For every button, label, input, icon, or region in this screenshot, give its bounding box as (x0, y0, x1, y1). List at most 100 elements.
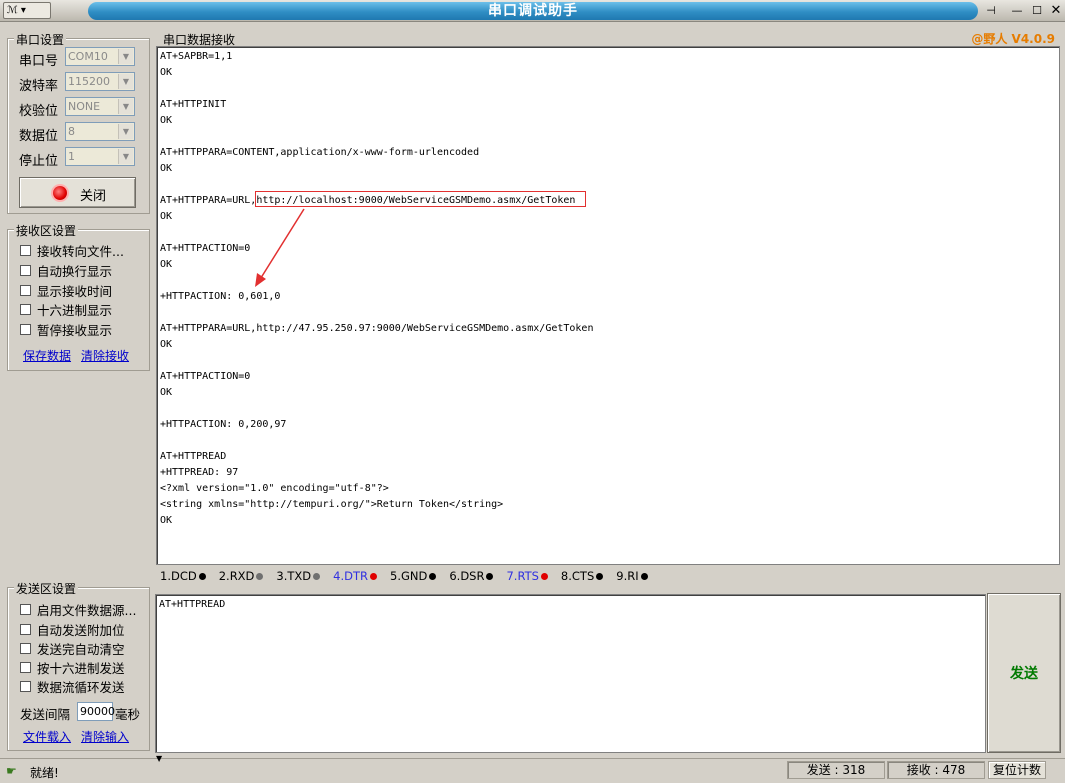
receive-line: AT+HTTPPARA=CONTENT,application/x-www-fo… (160, 147, 480, 158)
checkbox-icon[interactable] (20, 623, 31, 635)
receive-line: OK (160, 67, 173, 78)
signal-led-icon (198, 572, 206, 580)
maximize-button[interactable]: ☐ (1028, 3, 1046, 19)
checkbox-icon[interactable] (20, 642, 31, 654)
interval-unit: 毫秒 (115, 707, 141, 722)
send-option-append[interactable]: 自动发送附加位 (20, 621, 125, 638)
signal-led-icon (370, 572, 377, 580)
send-option-label: 启用文件数据源... (37, 602, 137, 618)
reset-count-button[interactable]: 复位计数 (988, 761, 1046, 779)
receive-line: AT+HTTPINIT (160, 99, 227, 110)
signal-led-icon (640, 572, 648, 580)
signal-indicator: 1.DCD (160, 569, 206, 583)
send-option-label: 发送完自动清空 (37, 641, 125, 657)
recv-option-file[interactable]: 接收转向文件... (20, 242, 124, 259)
checkbox-icon[interactable] (20, 661, 31, 673)
checkbox-icon[interactable] (20, 284, 31, 296)
databits-select[interactable]: 8 ▼ (65, 122, 135, 141)
signal-indicator: 4.DTR (333, 569, 377, 583)
system-menu-button[interactable]: ℳ ▾ (3, 2, 51, 19)
parity-select[interactable]: NONE ▼ (65, 97, 135, 116)
receive-line: +HTTPACTION: 0,200,97 (160, 419, 287, 430)
interval-input[interactable]: 90000 (77, 702, 115, 721)
signal-label: 7.RTS (506, 569, 539, 583)
signal-label: 8.CTS (560, 569, 595, 583)
recv-option-wrap[interactable]: 自动换行显示 (20, 262, 113, 279)
load-file-link[interactable]: 文件载入 (23, 728, 71, 745)
receive-line: +HTTPACTION: 0,601,0 (160, 291, 281, 302)
receive-line: OK (160, 163, 173, 174)
stopbits-value: 1 (68, 150, 75, 163)
databits-value: 8 (68, 125, 75, 138)
checkbox-icon[interactable] (20, 264, 31, 276)
receive-line: OK (160, 211, 173, 222)
receive-line: OK (160, 387, 173, 398)
recv-option-label: 自动换行显示 (37, 263, 113, 279)
baud-label: 波特率 (19, 79, 59, 94)
signal-label: 9.RI (616, 569, 639, 583)
send-option-hex[interactable]: 按十六进制发送 (20, 659, 125, 676)
checkbox-icon[interactable] (20, 603, 31, 615)
interval-label: 发送间隔 (20, 707, 71, 722)
version-label: @野人 V4.0.9 (971, 32, 1055, 46)
signal-led-icon (596, 572, 604, 580)
receive-line: AT+HTTPACTION=0 (160, 371, 251, 382)
receive-line: AT+HTTPREAD (160, 451, 227, 462)
recv-option-time[interactable]: 显示接收时间 (20, 282, 113, 299)
checkbox-icon[interactable] (20, 680, 31, 692)
stopbits-select[interactable]: 1 ▼ (65, 147, 135, 166)
signal-status-bar: 1.DCD 2.RXD 3.TXD 4.DTR 5.GND 6.DSR 7.RTS 8.CTS… (157, 566, 1060, 586)
signal-label: 3.TXD (276, 569, 312, 583)
send-textarea[interactable]: AT+HTTPREAD (155, 594, 986, 753)
send-option-clear[interactable]: 发送完自动清空 (20, 640, 125, 657)
databits-label: 数据位 (19, 129, 59, 144)
send-option-label: 按十六进制发送 (37, 660, 125, 676)
recv-option-label: 暂停接收显示 (37, 322, 113, 338)
receive-line: AT+SAPBR=1,1 (160, 51, 233, 62)
chevron-down-icon: ▼ (118, 99, 133, 114)
port-select[interactable]: COM10 ▼ (65, 47, 135, 66)
send-option-file[interactable]: 启用文件数据源... (20, 601, 137, 618)
ready-icon: ☛ (6, 764, 17, 778)
recv-option-label: 显示接收时间 (37, 283, 113, 299)
signal-indicator: 7.RTS (506, 569, 548, 583)
signal-led-icon (256, 572, 264, 580)
port-value: COM10 (68, 50, 108, 63)
signal-indicator: 6.DSR (449, 569, 494, 583)
status-bar: ☛ 就绪! ▼ 发送 : 318 接收 : 478 复位计数 (0, 754, 1065, 783)
baud-select[interactable]: 115200 ▼ (65, 72, 135, 91)
send-option-label: 自动发送附加位 (37, 622, 125, 638)
receive-line: AT+HTTPPARA=URL,http://47.95.250.97:9000… (160, 323, 594, 334)
minimize-button[interactable]: — (1008, 3, 1026, 19)
signal-led-icon (429, 572, 437, 580)
receive-line: OK (160, 339, 173, 350)
checkbox-icon[interactable] (20, 244, 31, 256)
close-window-button[interactable]: ✕ (1047, 3, 1065, 19)
pin-icon[interactable]: ⊣ (982, 3, 1000, 19)
receive-line: OK (160, 259, 173, 270)
resize-grip-icon[interactable]: ▼ (156, 754, 162, 763)
recv-option-pause[interactable]: 暂停接收显示 (20, 321, 113, 338)
clear-input-link[interactable]: 清除输入 (81, 728, 129, 745)
close-port-button[interactable]: 关闭 (19, 177, 136, 208)
chevron-down-icon: ▼ (118, 74, 133, 89)
checkbox-icon[interactable] (20, 303, 31, 315)
receive-settings-title: 接收区设置 (14, 222, 79, 239)
save-data-link[interactable]: 保存数据 (23, 347, 71, 364)
close-port-label: 关闭 (80, 189, 107, 204)
signal-label: 6.DSR (449, 569, 485, 583)
port-settings-title: 串口设置 (14, 31, 67, 48)
send-option-loop[interactable]: 数据流循环发送 (20, 678, 125, 695)
signal-indicator: 2.RXD (219, 569, 264, 583)
send-text: AT+HTTPREAD (159, 599, 226, 610)
receive-textarea[interactable]: AT+SAPBR=1,1 OK AT+HTTPINIT OK AT+HTTPPARA=C… (156, 46, 1060, 565)
checkbox-icon[interactable] (20, 323, 31, 335)
receive-line: <?xml version="1.0" encoding="utf-8"?> (160, 483, 389, 494)
recv-option-hex[interactable]: 十六进制显示 (20, 301, 112, 318)
port-label: 串口号 (19, 54, 59, 69)
signal-led-icon (486, 572, 494, 580)
clear-receive-link[interactable]: 清除接收 (81, 347, 129, 364)
chevron-down-icon: ▼ (118, 49, 133, 64)
recv-option-label: 接收转向文件... (37, 243, 124, 259)
send-button[interactable]: 发送 (987, 593, 1061, 753)
